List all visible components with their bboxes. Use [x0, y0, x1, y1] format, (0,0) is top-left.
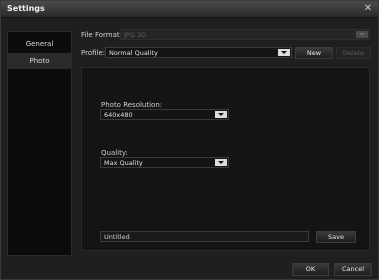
file-format-value: JPG 3D — [124, 31, 147, 39]
chevron-down-icon[interactable] — [278, 49, 290, 56]
profile-label: Profile: — [81, 49, 106, 57]
title-bar: Settings ✕ — [1, 1, 378, 18]
sidebar-item-general[interactable]: General — [8, 36, 71, 52]
delete-profile-button[interactable]: Delete — [336, 47, 371, 59]
chevron-down-icon[interactable] — [215, 159, 227, 166]
sidebar-item-photo[interactable]: Photo — [8, 53, 71, 69]
profile-select[interactable]: Normal Quality — [105, 47, 292, 58]
quality-value: Max Quality — [104, 159, 143, 167]
settings-window: Settings ✕ General Photo File Format: JP… — [0, 0, 379, 280]
close-icon[interactable]: ✕ — [362, 3, 374, 15]
cancel-button[interactable]: Cancel — [334, 263, 372, 276]
file-format-select: JPG 3D — [120, 29, 370, 40]
photo-resolution-value: 640x480 — [104, 111, 133, 119]
profile-name-input[interactable]: Untitled — [100, 231, 309, 242]
profile-name-value: Untitled — [104, 233, 130, 241]
photo-resolution-label: Photo Resolution: — [101, 101, 163, 109]
window-title: Settings — [7, 4, 45, 13]
chevron-down-icon — [356, 31, 368, 38]
chevron-down-icon[interactable] — [215, 111, 227, 118]
settings-sidebar: General Photo — [7, 31, 72, 256]
quality-label: Quality: — [101, 149, 128, 157]
new-profile-button[interactable]: New — [295, 47, 333, 59]
save-button[interactable]: Save — [316, 231, 356, 243]
ok-button[interactable]: OK — [292, 263, 329, 276]
photo-resolution-select[interactable]: 640x480 — [100, 109, 229, 120]
quality-select[interactable]: Max Quality — [100, 157, 229, 168]
file-format-label: File Format: — [81, 31, 122, 39]
profile-value: Normal Quality — [109, 49, 158, 57]
